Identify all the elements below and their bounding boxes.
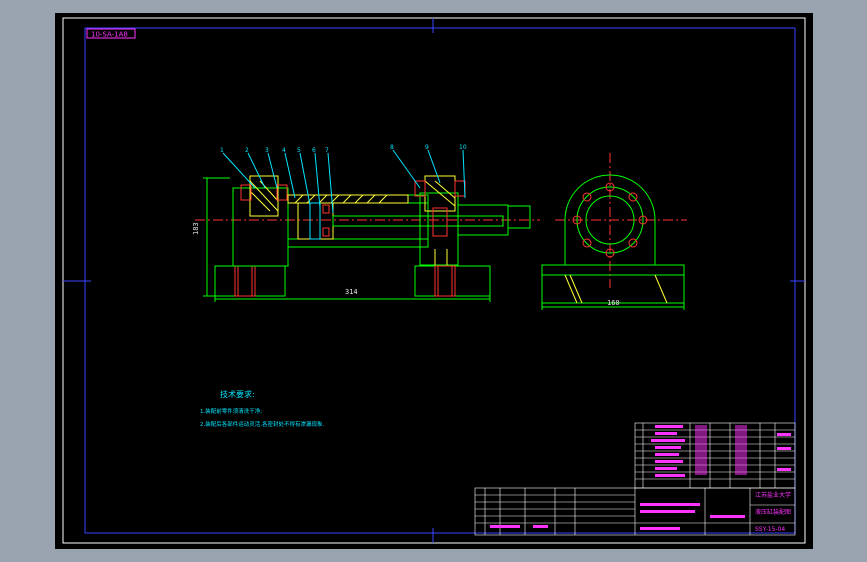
balloon-6: 6 (312, 147, 316, 154)
piston-seal (309, 202, 321, 240)
side-base-plate (541, 264, 685, 304)
balloon-4: 4 (282, 147, 286, 154)
title-name: 液压缸装配图 (755, 508, 791, 516)
balloon-2: 2 (245, 147, 249, 154)
right-gland (432, 207, 448, 237)
balloon-8: 8 (390, 144, 394, 151)
drawing-code: 10-SA-1A8 (91, 31, 128, 39)
balloon-10: 10 (459, 144, 467, 151)
balloon-3: 3 (265, 147, 269, 154)
balloon-leaders (222, 149, 466, 214)
title-code: SSY-15-04 (755, 526, 785, 533)
piston (297, 202, 334, 240)
title-block-fill (490, 503, 745, 530)
dim-width-label: 160 (607, 299, 620, 307)
rod-end-tip (507, 205, 531, 229)
side-view: 160 (541, 153, 687, 310)
outer-frame (62, 17, 806, 544)
inner-frame (84, 27, 796, 534)
title-block (474, 487, 796, 536)
dim-height-label: 183 (192, 222, 200, 235)
balloon-1: 1 (220, 147, 224, 154)
dim-length (214, 296, 491, 302)
assembly-drawing: 10-SA-1A8 183 314 1 2 3 4 5 6 7 8 9 10 1… (62, 17, 806, 544)
front-view: 183 314 1 2 3 4 5 6 7 8 9 10 (192, 144, 540, 302)
cad-viewport[interactable]: 10-SA-1A8 183 314 1 2 3 4 5 6 7 8 9 10 1… (55, 13, 813, 549)
tech-req-line2: 2.装配后各部件运动灵活,各密封处不得有渗漏现象. (200, 420, 324, 428)
dim-length-label: 314 (345, 288, 358, 296)
balloon-5: 5 (297, 147, 301, 154)
piston-rod (332, 215, 504, 227)
dim-height (203, 177, 230, 297)
left-base (214, 265, 286, 297)
tech-req-line1: 1.装配前零件须清洗干净; (200, 407, 262, 415)
technical-requirements: 技术要求: 1.装配前零件须清洗干净; 2.装配后各部件运动灵活,各密封处不得有… (200, 389, 324, 428)
balloon-labels: 1 2 3 4 5 6 7 8 9 10 (220, 144, 467, 154)
balloon-7: 7 (325, 147, 329, 154)
barrel-top-hatch (287, 194, 409, 204)
balloon-9: 9 (425, 144, 429, 151)
title-org: 江苏盐业大学 (755, 491, 791, 499)
tech-req-title: 技术要求: (220, 389, 255, 399)
drawing-code-box: 10-SA-1A8 (86, 28, 136, 39)
